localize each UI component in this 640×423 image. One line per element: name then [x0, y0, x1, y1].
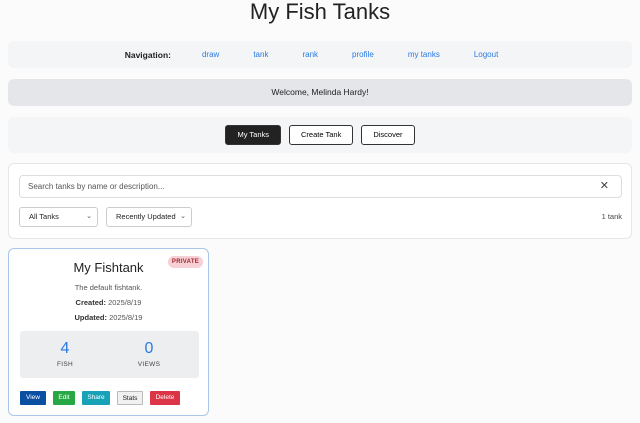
stats-button[interactable]: Stats [117, 391, 143, 405]
views-label: VIEWS [137, 361, 161, 368]
share-button[interactable]: Share [82, 391, 110, 405]
updated-date: 2025/8/19 [109, 313, 143, 322]
chevron-down-icon: ⌄ [86, 213, 92, 220]
delete-button[interactable]: Delete [150, 391, 180, 405]
page-title: My Fish Tanks [249, 0, 391, 24]
clear-search-icon[interactable]: ✕ [600, 176, 609, 197]
tank-type-select[interactable]: All Tanks ⌄ [19, 207, 98, 227]
fish-stat: 4 FISH [20, 331, 110, 368]
created-date: 2025/8/19 [108, 298, 142, 307]
tank-stats: 4 FISH 0 VIEWS [20, 331, 199, 378]
tank-count: 1 tank [601, 212, 622, 221]
tank-created: Created: 2025/8/19 [9, 298, 208, 307]
nav-label: Navigation: [124, 49, 171, 60]
tab-my-tanks[interactable]: My Tanks [225, 125, 282, 145]
welcome-banner: Welcome, Melinda Hardy! [8, 79, 632, 106]
sort-select[interactable]: Recently Updated ⌄ [106, 207, 192, 227]
nav-link-profile[interactable]: profile [352, 50, 374, 59]
fish-label: FISH [56, 361, 73, 368]
updated-label: Updated: [74, 313, 108, 322]
chevron-down-icon: ⌄ [180, 213, 186, 220]
navigation-bar: Navigation: draw tank rank profile my ta… [8, 41, 632, 68]
filter-panel: Search tanks by name or description... ✕… [8, 163, 632, 239]
views-count: 0 [144, 340, 154, 357]
tank-card: My Fishtank PRIVATE The default fishtank… [8, 248, 209, 416]
edit-button[interactable]: Edit [53, 391, 75, 405]
nav-link-draw[interactable]: draw [202, 50, 219, 59]
view-button[interactable]: View [20, 391, 46, 405]
sort-value: Recently Updated [116, 212, 176, 221]
tab-create-tank[interactable]: Create Tank [289, 125, 354, 145]
tank-description: The default fishtank. [74, 283, 143, 292]
tab-discover[interactable]: Discover [361, 125, 415, 145]
search-placeholder: Search tanks by name or description... [28, 182, 165, 191]
nav-link-logout[interactable]: Logout [474, 50, 498, 59]
views-stat: 0 VIEWS [104, 331, 194, 368]
created-label: Created: [75, 298, 106, 307]
nav-link-rank[interactable]: rank [302, 50, 318, 59]
search-input[interactable]: Search tanks by name or description... ✕ [19, 175, 622, 198]
tank-updated: Updated: 2025/8/19 [9, 313, 208, 322]
nav-link-tank[interactable]: tank [253, 50, 268, 59]
privacy-badge: PRIVATE [168, 256, 203, 268]
tab-bar: My Tanks Create Tank Discover [8, 117, 632, 153]
tank-type-value: All Tanks [29, 212, 59, 221]
fish-count: 4 [60, 340, 70, 357]
nav-link-my-tanks[interactable]: my tanks [408, 50, 440, 59]
